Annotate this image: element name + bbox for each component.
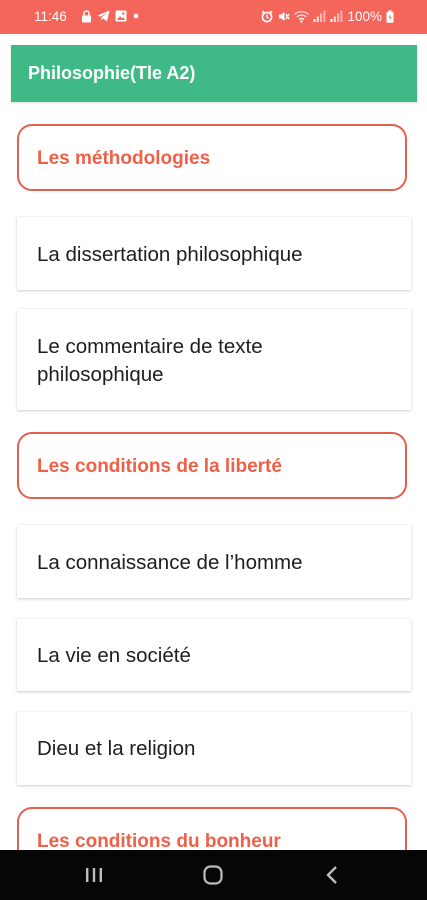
telegram-icon	[97, 10, 110, 22]
list-item-label: La vie en société	[37, 644, 191, 667]
image-icon	[115, 10, 127, 22]
mute-icon	[279, 11, 291, 21]
battery-percentage: 100%	[347, 8, 382, 24]
list-item-label: La dissertation philosophique	[37, 243, 303, 266]
topic-list[interactable]: Les méthodologies La dissertation philos…	[0, 102, 427, 850]
status-bar: 11:46 100%	[0, 0, 427, 34]
list-item-label: Dieu et la religion	[37, 737, 196, 760]
status-right-icons: 100%	[261, 8, 394, 24]
section-header-label: Les méthodologies	[37, 148, 211, 169]
alarm-icon	[262, 9, 273, 22]
home-icon[interactable]	[202, 865, 224, 885]
list-item-commentaire[interactable]: Le commentaire de texte philosophique	[17, 309, 411, 410]
signal-icon	[313, 10, 326, 22]
section-header-label: Les conditions du bonheur	[37, 831, 281, 850]
signal-icon	[330, 10, 343, 22]
list-item-dieu-religion[interactable]: Dieu et la religion	[17, 712, 411, 785]
section-header-liberte[interactable]: Les conditions de la liberté	[17, 432, 407, 499]
section-header-bonheur[interactable]: Les conditions du bonheur	[17, 807, 407, 850]
wifi-icon	[294, 10, 310, 23]
app-title: Philosophie(Tle A2)	[28, 63, 196, 83]
navigation-bar	[0, 850, 427, 900]
app-bar: Philosophie(Tle A2)	[11, 45, 417, 102]
recent-apps-icon[interactable]	[83, 865, 105, 885]
battery-icon	[386, 9, 394, 23]
section-header-methodologies[interactable]: Les méthodologies	[17, 124, 407, 191]
status-time: 11:46	[34, 9, 67, 24]
list-item-label: Le commentaire de texte philosophique	[37, 335, 263, 386]
list-item-label: La connaissance de l’homme	[37, 551, 303, 574]
list-item-vie-societe[interactable]: La vie en société	[17, 619, 411, 691]
list-item-connaissance[interactable]: La connaissance de l’homme	[17, 525, 411, 598]
status-left-icons	[81, 8, 140, 24]
section-header-label: Les conditions de la liberté	[37, 456, 282, 477]
back-icon[interactable]	[322, 865, 344, 885]
dot-icon	[133, 13, 139, 19]
list-item-dissertation[interactable]: La dissertation philosophique	[17, 217, 411, 290]
lock-icon	[82, 9, 91, 22]
